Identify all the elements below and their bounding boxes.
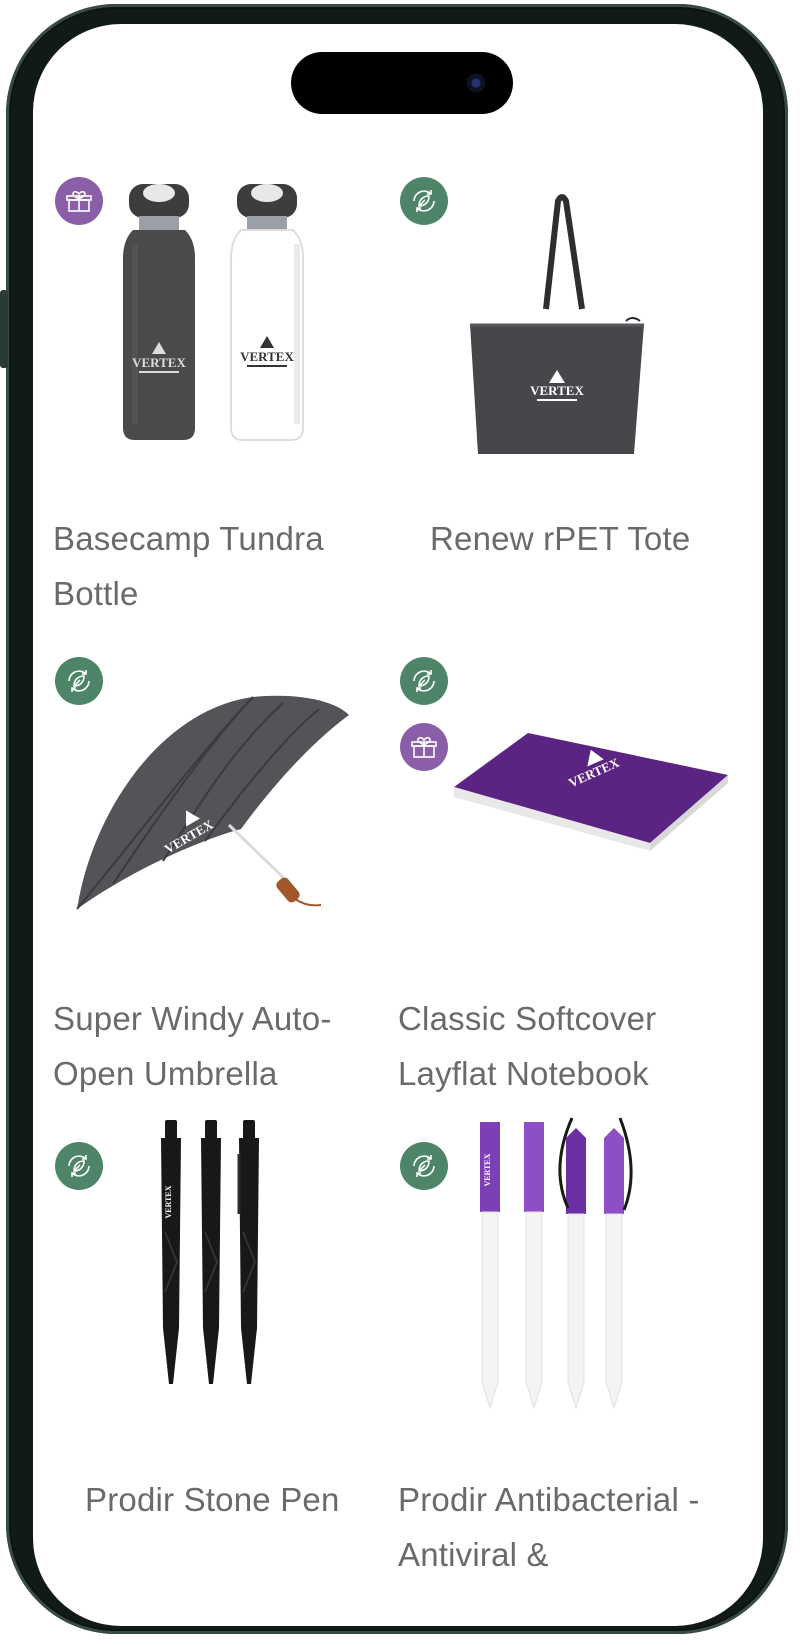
product-card[interactable]: VERTEX Prodir Antibacterial - Antiviral … xyxy=(398,1112,738,1582)
side-button xyxy=(0,290,8,368)
recycle-leaf-icon xyxy=(413,670,435,692)
eco-badge xyxy=(400,1142,448,1190)
svg-text:VERTEX: VERTEX xyxy=(483,1153,492,1186)
product-name[interactable]: Prodir Stone Pen xyxy=(85,1472,425,1527)
product-name[interactable]: Basecamp Tundra Bottle xyxy=(53,511,393,621)
recycle-leaf-icon xyxy=(413,190,435,212)
recycle-leaf-icon xyxy=(68,1155,90,1177)
product-name[interactable]: Super Windy Auto-Open Umbrella xyxy=(53,991,393,1101)
product-image-umbrella[interactable]: VERTEX xyxy=(53,629,393,949)
svg-text:VERTEX: VERTEX xyxy=(132,355,186,370)
recycle-leaf-icon xyxy=(413,1155,435,1177)
product-card[interactable]: VERTEX Super Windy Auto-Open Umbrella xyxy=(53,629,393,1099)
svg-text:VERTEX: VERTEX xyxy=(530,383,584,398)
eco-badge xyxy=(400,177,448,225)
gift-badge xyxy=(55,177,103,225)
screen: VERTEX VERTEX Basecamp Tundra Bottle VER… xyxy=(33,24,763,1626)
product-name[interactable]: Renew rPET Tote xyxy=(430,511,763,566)
front-camera-icon xyxy=(463,70,489,96)
product-image-bottles[interactable]: VERTEX VERTEX xyxy=(53,149,393,469)
product-name[interactable]: Prodir Antibacterial - Antiviral & xyxy=(398,1472,738,1582)
product-card[interactable]: VERTEX VERTEX Basecamp Tundra Bottle xyxy=(53,149,393,619)
svg-text:VERTEX: VERTEX xyxy=(240,349,294,364)
product-grid: VERTEX VERTEX Basecamp Tundra Bottle VER… xyxy=(33,24,763,1626)
eco-badge xyxy=(55,657,103,705)
recycle-leaf-icon xyxy=(68,670,90,692)
eco-badge xyxy=(400,657,448,705)
product-card[interactable]: VERTEX Renew rPET Tote xyxy=(398,149,738,619)
product-card[interactable]: VERTEX Prodir Stone Pen xyxy=(53,1112,393,1582)
product-image-stone-pens[interactable]: VERTEX xyxy=(53,1112,393,1432)
product-name[interactable]: Classic Softcover Layflat Notebook xyxy=(398,991,738,1101)
product-image-antibacterial-pens[interactable]: VERTEX xyxy=(398,1112,738,1432)
dynamic-island xyxy=(291,52,513,114)
gift-badge xyxy=(400,723,448,771)
product-image-notebook[interactable]: VERTEX xyxy=(398,629,738,949)
product-image-tote[interactable]: VERTEX xyxy=(398,149,738,469)
product-card[interactable]: VERTEX Classic Softcover Layflat Noteboo… xyxy=(398,629,738,1099)
gift-box-icon xyxy=(66,190,92,212)
eco-badge xyxy=(55,1142,103,1190)
svg-text:VERTEX: VERTEX xyxy=(164,1185,173,1218)
gift-box-icon xyxy=(411,736,437,758)
